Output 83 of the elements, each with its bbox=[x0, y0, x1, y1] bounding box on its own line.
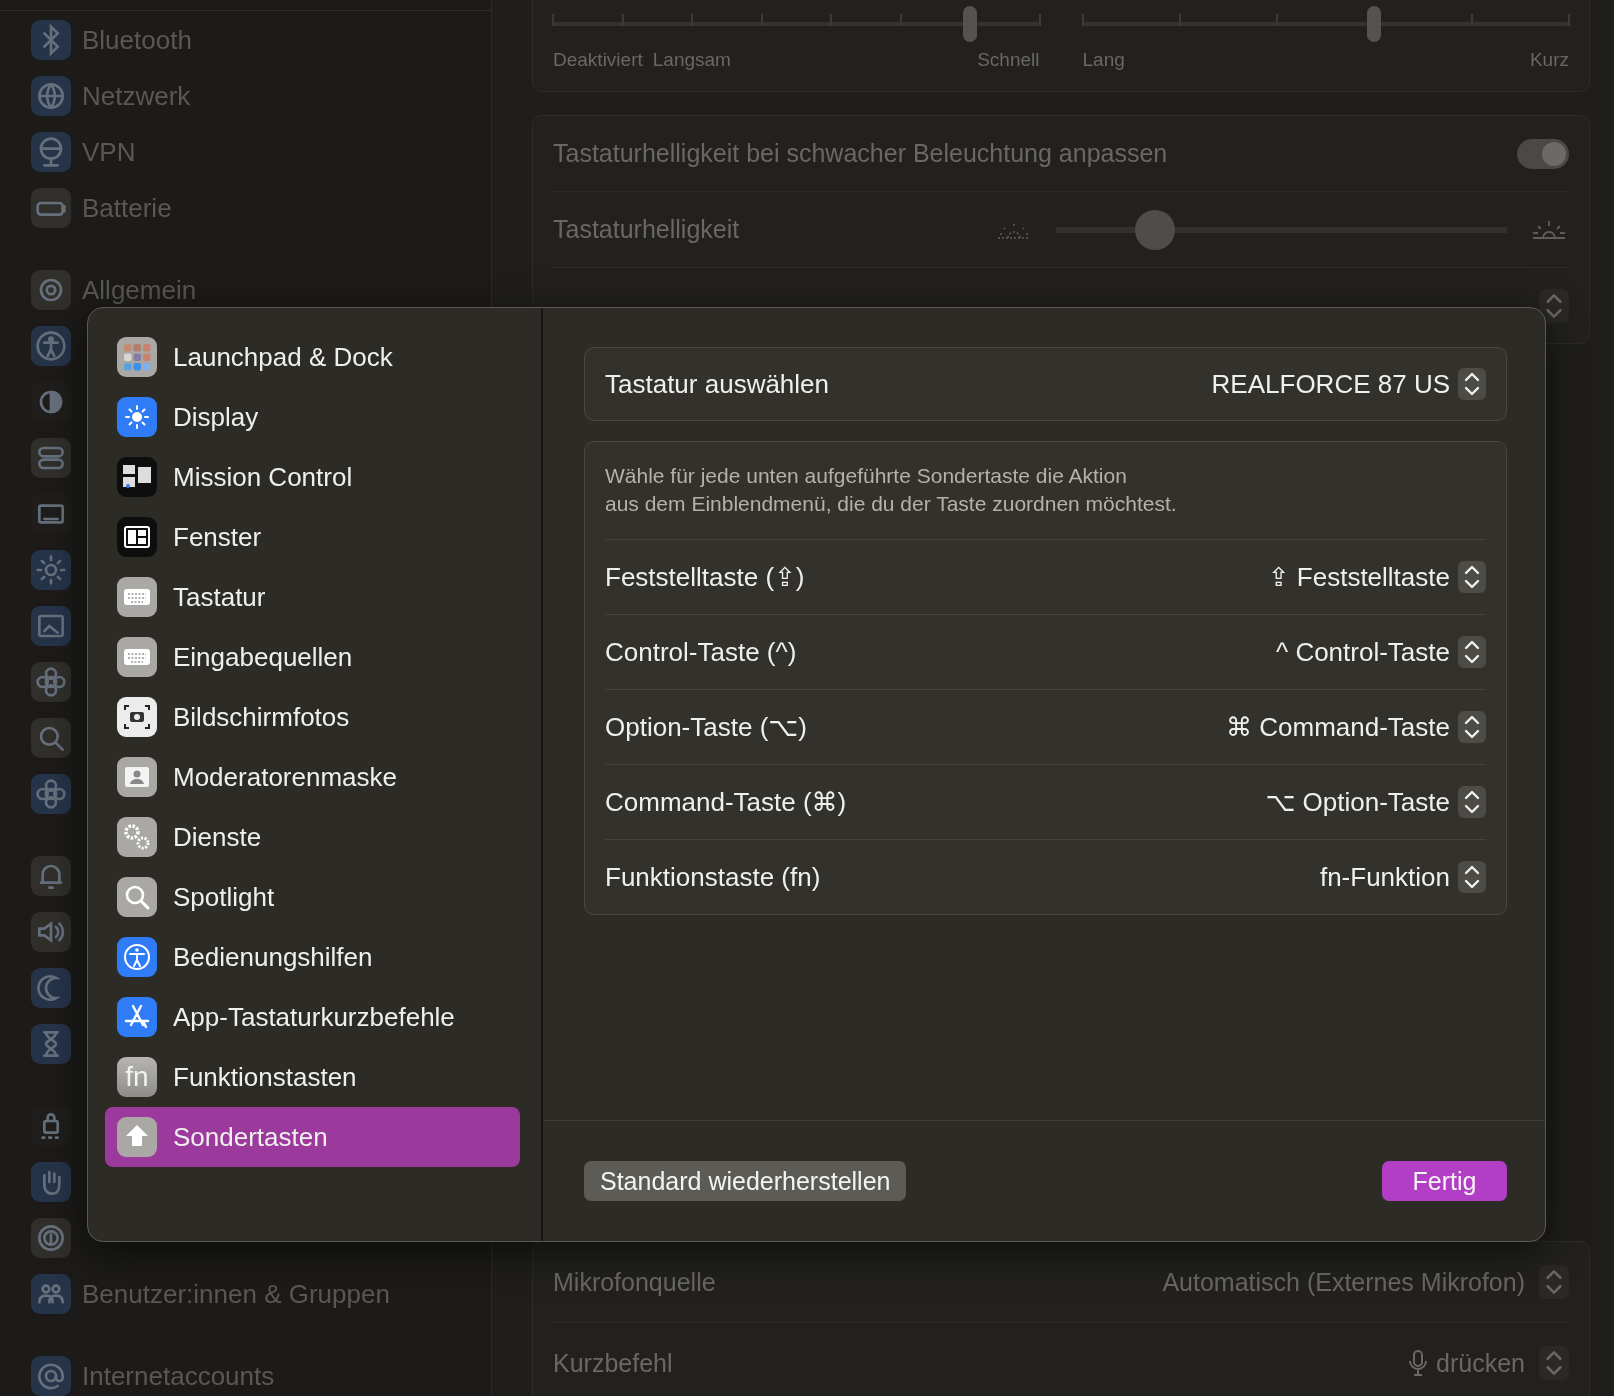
sun-icon bbox=[117, 397, 157, 437]
app-grid-icon bbox=[117, 337, 157, 377]
fingerprint-icon bbox=[31, 1218, 71, 1258]
setting-label: Tastaturhelligkeit bei schwacher Beleuchtung anpassen bbox=[553, 139, 1168, 168]
hand-icon bbox=[31, 1162, 71, 1202]
toggle-switch[interactable] bbox=[1517, 138, 1569, 169]
sidebar-item[interactable]: Mission Control bbox=[105, 447, 520, 507]
sidebar-item[interactable]: Sondertasten bbox=[105, 1107, 520, 1167]
sidebar-item[interactable]: App-Tastaturkurzbefehle bbox=[105, 987, 520, 1047]
search-icon bbox=[31, 718, 71, 758]
stepper-icon bbox=[1458, 636, 1486, 668]
sidebar-item[interactable]: Display bbox=[105, 387, 520, 447]
at-icon bbox=[31, 1356, 71, 1396]
sidebar-item[interactable]: Spotlight bbox=[105, 867, 520, 927]
setting-label: Kurzbefehl bbox=[553, 1348, 673, 1378]
windows-icon bbox=[117, 457, 157, 497]
stepper-icon bbox=[1539, 1265, 1569, 1299]
setting-label: Command-Taste (⌘) bbox=[605, 786, 847, 818]
moon-icon bbox=[31, 968, 71, 1008]
stepper-icon bbox=[1458, 561, 1486, 593]
gears-icon bbox=[117, 817, 157, 857]
slider-label: Kurz bbox=[1529, 49, 1569, 71]
window-layout-icon bbox=[117, 517, 157, 557]
stepper-icon bbox=[1458, 861, 1486, 893]
slider-label: Deaktiviert bbox=[553, 49, 643, 71]
stepper-icon bbox=[1458, 786, 1486, 818]
hourglass-icon bbox=[31, 1024, 71, 1064]
drafting-icon bbox=[117, 997, 157, 1037]
popup-value[interactable]: REALFORCE 87 US bbox=[1211, 368, 1450, 400]
setting-label: Tastatur auswählen bbox=[605, 368, 830, 400]
accessibility-icon bbox=[31, 326, 71, 366]
step-slider[interactable] bbox=[1082, 6, 1569, 42]
done-button[interactable]: Fertig bbox=[1382, 1161, 1507, 1201]
stepper-icon bbox=[1458, 711, 1486, 743]
wallpaper-icon bbox=[31, 606, 71, 646]
setting-label: Funktionstaste (fn) bbox=[605, 861, 821, 893]
keyboard-icon bbox=[117, 577, 157, 617]
popup-value[interactable]: ⇪ Feststelltaste bbox=[1267, 561, 1450, 593]
keyboard-icon bbox=[117, 637, 157, 677]
sun-icon bbox=[31, 550, 71, 590]
popup-value[interactable]: ^ Control-Taste bbox=[1275, 636, 1450, 668]
flower-icon bbox=[31, 774, 71, 814]
sidebar-item[interactable]: Bildschirmfotos bbox=[105, 687, 520, 747]
fn-key-icon: fn bbox=[117, 1057, 157, 1097]
sidebar-item[interactable]: Launchpad & Dock bbox=[105, 327, 520, 387]
person-card-icon bbox=[117, 757, 157, 797]
slider-label: Lang bbox=[1082, 49, 1125, 71]
accessibility-icon bbox=[117, 937, 157, 977]
sidebar-item[interactable]: Eingabequellen bbox=[105, 627, 520, 687]
setting-label: Option-Taste (⌥) bbox=[605, 711, 807, 743]
search-icon bbox=[117, 877, 157, 917]
reset-button[interactable]: Standard wiederherstellen bbox=[584, 1161, 907, 1201]
sidebar-item[interactable]: Dienste bbox=[105, 807, 520, 867]
sidebar-item[interactable]: fn Funktionstasten bbox=[105, 1047, 520, 1107]
toggles-icon bbox=[31, 438, 71, 478]
camera-icon bbox=[117, 697, 157, 737]
sidebar-item[interactable]: Bedienungshilfen bbox=[105, 927, 520, 987]
slider-label: Langsam bbox=[652, 49, 731, 71]
popup-value[interactable]: ⌘ Command-Taste bbox=[1226, 711, 1450, 743]
gear-icon bbox=[31, 270, 71, 310]
microphone-icon bbox=[1408, 1349, 1429, 1377]
sidebar-item[interactable]: Fenster bbox=[105, 507, 520, 567]
users-icon bbox=[31, 1274, 71, 1314]
setting-label: Feststelltaste (⇪) bbox=[605, 561, 805, 593]
sidebar-item[interactable]: Moderatorenmaske bbox=[105, 747, 520, 807]
popup-value[interactable]: ⌥ Option-Taste bbox=[1265, 786, 1450, 818]
setting-label: Tastaturhelligkeit bbox=[553, 215, 740, 244]
globe-icon bbox=[31, 76, 71, 116]
setting-label: Mikrofonquelle bbox=[553, 1267, 716, 1297]
step-slider[interactable] bbox=[553, 6, 1040, 42]
vpn-icon bbox=[31, 132, 71, 172]
stepper-icon bbox=[1539, 1346, 1569, 1380]
description-text: Wähle für jede unten aufgeführte Sondertaste die Aktion aus dem Einblendmenü, die du der Taste zuordnen möchtest. bbox=[605, 463, 1178, 517]
setting-label: Control-Taste (^) bbox=[605, 636, 797, 668]
popup-value[interactable]: fn-Funktion bbox=[1319, 861, 1450, 893]
flower-icon bbox=[31, 662, 71, 702]
battery-icon bbox=[31, 188, 71, 228]
stepper-icon bbox=[1458, 368, 1486, 400]
sidebar-item[interactable]: Tastatur bbox=[105, 567, 520, 627]
bluetooth-icon bbox=[31, 20, 71, 60]
slider-label: Schnell bbox=[977, 49, 1040, 71]
bell-icon bbox=[31, 856, 71, 896]
speaker-icon bbox=[31, 912, 71, 952]
